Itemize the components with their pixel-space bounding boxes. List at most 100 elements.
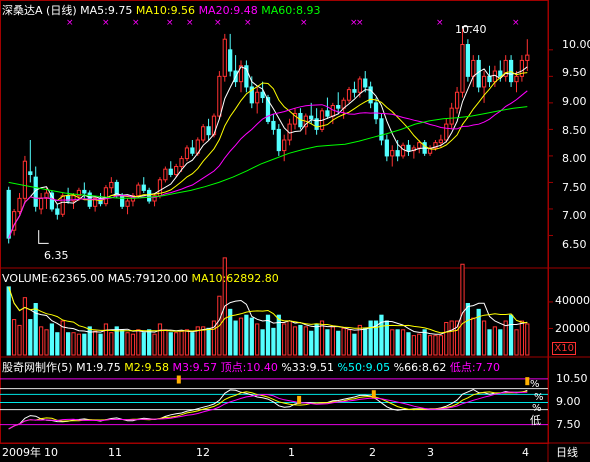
candle-body: [38, 197, 44, 210]
candle-body: [336, 105, 341, 109]
indicator-signal-mark: [176, 375, 181, 384]
volume-bar: [82, 333, 87, 356]
period-button[interactable]: 日线: [556, 446, 578, 459]
indicator-top: 顶点:10.40: [220, 361, 278, 374]
volume-ma5: MA5:79120.00: [107, 272, 188, 285]
indicator-signal-mark: [371, 390, 376, 399]
candle-body: [228, 49, 233, 72]
volume-bar: [417, 333, 422, 356]
candle-body: [390, 150, 395, 157]
candle-body: [325, 110, 330, 117]
volume-tick: 40000: [555, 294, 590, 307]
candle-body: [190, 147, 195, 154]
volume-bar: [298, 324, 303, 356]
low-annotation: 6.35: [44, 249, 69, 262]
candle-body: [379, 118, 384, 141]
candle-body: [184, 147, 190, 160]
candle-body: [168, 168, 173, 175]
volume-bar: [157, 323, 163, 356]
indicator-tick: 10.50: [556, 372, 588, 385]
indicator-m2-line: [8, 390, 528, 430]
candle-body: [487, 75, 492, 83]
indicator-signal-mark: [525, 377, 530, 386]
volume-bar: [109, 332, 114, 356]
candle-body: [141, 184, 146, 191]
volume-bar: [17, 324, 22, 356]
candle-body: [449, 107, 454, 125]
volume-bar: [508, 314, 514, 356]
indicator-bottom: 低点:7.70: [449, 361, 501, 374]
candle-body: [22, 160, 28, 199]
signal-cross-icon: ×: [436, 18, 444, 28]
volume-bar: [460, 263, 465, 356]
volume-bar: [87, 326, 92, 356]
volume-bar: [444, 321, 449, 356]
volume-bar: [292, 326, 298, 356]
stock-name: 深桑达A: [2, 4, 43, 17]
candle-body: [352, 89, 357, 93]
candle-body: [201, 126, 206, 141]
candle-body: [309, 115, 314, 120]
volume-bar: [271, 327, 276, 356]
candle-body: [206, 126, 211, 136]
candle-body: [357, 78, 362, 93]
volume-bar: [120, 329, 125, 356]
time-label: 1: [288, 446, 295, 459]
volume-bar: [98, 333, 103, 356]
volume-bar: [49, 323, 55, 356]
indicator-side-mark: %: [530, 379, 540, 390]
volume-bar: [260, 329, 265, 356]
time-label: 2: [369, 446, 376, 459]
volume-bar: [363, 327, 368, 356]
candle-body: [271, 120, 276, 130]
indicator-side-mark: 低: [530, 414, 541, 427]
price-tick: 7.50: [562, 181, 587, 194]
price-tick: 10.00: [562, 38, 590, 51]
volume-bar: [395, 329, 400, 356]
candle-body: [508, 59, 514, 83]
candle-body: [373, 102, 379, 120]
volume-ma10: MA10:62892.80: [191, 272, 279, 285]
candle-body: [174, 166, 179, 175]
volume-bar: [190, 332, 195, 356]
candle-body: [368, 86, 373, 104]
candle-body: [17, 197, 22, 213]
candle-body: [222, 38, 227, 77]
candle-body: [282, 139, 287, 152]
candle-body: [255, 91, 260, 104]
volume-bar: [22, 297, 28, 356]
candle-body: [109, 181, 114, 189]
volume-scale-badge[interactable]: X10: [552, 342, 576, 355]
volume-bar: [71, 332, 76, 356]
candle-body: [438, 139, 443, 144]
ma60-value: MA60:8.93: [261, 4, 321, 17]
candle-body: [465, 44, 470, 77]
volume-bar: [492, 326, 498, 356]
volume-value: VOLUME:62365.00: [2, 272, 105, 285]
volume-bar: [244, 314, 249, 356]
candle-body: [471, 59, 476, 77]
volume-bar: [519, 320, 525, 356]
signal-cross-icon: ×: [356, 18, 364, 28]
price-tick: 8.50: [562, 124, 587, 137]
time-label: 3: [427, 446, 434, 459]
volume-bar: [152, 333, 157, 356]
candle-body: [525, 54, 530, 61]
ma10-value: MA10:9.56: [135, 4, 196, 17]
signal-cross-icon: ×: [66, 18, 74, 28]
volume-bar: [125, 332, 130, 356]
price-tick: 8.00: [562, 152, 587, 165]
volume-bar: [352, 333, 357, 356]
signal-cross-icon: ×: [102, 18, 110, 28]
kline-chart[interactable]: × × × × × × × × ×× × ×: [0, 0, 590, 462]
volume-bar: [28, 319, 33, 356]
signal-cross-icon: ×: [186, 18, 194, 28]
candle-body: [147, 189, 152, 202]
volume-bar: [314, 323, 319, 356]
signal-cross-icon: ×: [166, 18, 174, 28]
volume-bar: [379, 314, 384, 356]
candle-body: [444, 123, 449, 141]
candle-body: [384, 139, 389, 157]
volume-bar: [201, 326, 206, 356]
volume-bar: [255, 323, 260, 356]
